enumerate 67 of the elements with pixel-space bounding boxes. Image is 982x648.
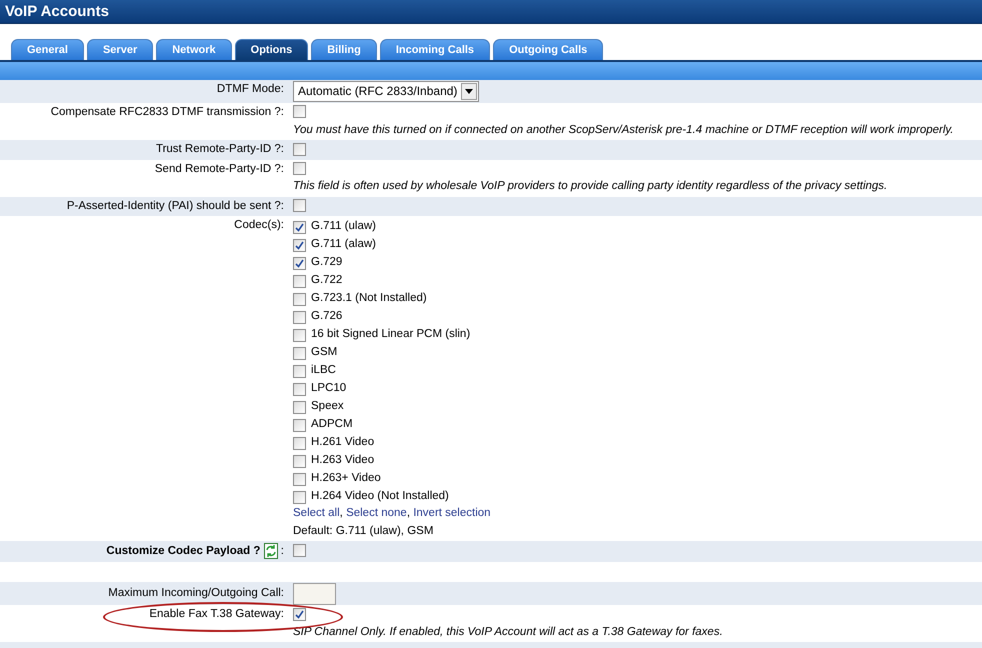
checkbox[interactable] — [293, 292, 306, 306]
link[interactable]: Select all — [293, 507, 340, 520]
tab[interactable]: Billing — [311, 39, 377, 60]
codec-label: H.264 Video (Not Installed) — [311, 489, 449, 504]
checkbox[interactable] — [293, 238, 306, 252]
codec-label: G.711 (alaw) — [311, 237, 376, 252]
checkbox[interactable] — [293, 544, 306, 557]
codec-label: G.726 — [311, 309, 342, 324]
help-text: This field is often used by wholesale VoIP providers to provide calling party identity regardless of the privacy settings. — [293, 179, 888, 194]
field-label: Compensate RFC2833 DTMF transmission ?: — [50, 106, 284, 118]
field-label: Enable Fax T.38 Gateway: — [149, 608, 284, 620]
checkbox[interactable] — [293, 400, 306, 414]
checkbox[interactable] — [293, 256, 306, 270]
tab[interactable]: General — [11, 39, 84, 60]
dtmf-mode-select[interactable]: Automatic (RFC 2833/Inband) — [293, 81, 480, 102]
help-text: You must have this turned on if connected on another ScopServ/Asterisk pre-1.4 machine or DTMF reception will work improperly. — [293, 122, 954, 138]
codec-label: G.723.1 (Not Installed) — [311, 291, 427, 306]
checkbox[interactable] — [293, 346, 306, 360]
codec-label: H.263 Video — [311, 453, 374, 468]
checkbox[interactable] — [293, 418, 306, 432]
checkbox[interactable] — [293, 310, 306, 324]
checkbox[interactable] — [293, 162, 306, 176]
field-label: Send Remote-Party-ID ?: — [154, 162, 284, 175]
codec-label: G.729 — [311, 255, 342, 270]
separator: , — [406, 507, 412, 520]
field-label: Trust Remote-Party-ID ?: — [156, 143, 284, 156]
window-title: VoIP Accounts — [0, 0, 982, 24]
refresh-icon — [264, 543, 278, 560]
tab[interactable]: Network — [156, 39, 232, 60]
checkbox[interactable] — [293, 199, 306, 212]
default-text: Default: G.711 (ulaw), GSM — [293, 524, 434, 539]
checkbox[interactable] — [293, 436, 306, 450]
codec-label: GSM — [311, 345, 338, 360]
checkbox[interactable] — [293, 608, 306, 621]
checkbox[interactable] — [293, 454, 306, 468]
codec-label: iLBC — [311, 363, 336, 378]
link[interactable]: Invert selection — [413, 507, 491, 520]
codec-label: 16 bit Signed Linear PCM (slin) — [311, 327, 470, 342]
checkbox[interactable] — [293, 105, 306, 118]
codec-label: G.722 — [311, 273, 342, 288]
field-label: Codec(s): — [234, 219, 284, 232]
codec-label: Speex — [311, 399, 344, 414]
codec-label: G.711 (ulaw) — [311, 219, 376, 234]
field-label: Customize Codec Payload ? — [106, 545, 260, 558]
checkbox[interactable] — [293, 382, 306, 396]
codec-label: H.261 Video — [311, 435, 374, 450]
field-label: Maximum Incoming/Outgoing Call: — [108, 587, 284, 600]
checkbox[interactable] — [293, 472, 306, 486]
checkbox[interactable] — [293, 142, 306, 156]
codec-label: LPC10 — [311, 381, 346, 396]
codec-label: H.263+ Video — [311, 471, 381, 486]
codec-label: ADPCM — [311, 417, 353, 432]
checkbox[interactable] — [293, 364, 306, 378]
tab[interactable]: Incoming Calls — [380, 39, 490, 60]
tab[interactable]: Options — [234, 39, 308, 60]
tab[interactable]: Outgoing Calls — [493, 39, 604, 60]
tab[interactable]: Server — [86, 39, 154, 60]
field-label: P-Asserted-Identity (PAI) should be sent ?: — [66, 200, 284, 212]
checkbox[interactable] — [293, 220, 306, 234]
link[interactable]: Select none — [346, 507, 407, 520]
colon: : — [280, 545, 284, 558]
separator: , — [340, 507, 344, 520]
text-input[interactable] — [293, 583, 336, 606]
field-label: DTMF Mode: — [216, 83, 284, 95]
checkbox[interactable] — [293, 490, 306, 504]
checkbox[interactable] — [293, 328, 306, 342]
checkbox[interactable] — [293, 274, 306, 288]
